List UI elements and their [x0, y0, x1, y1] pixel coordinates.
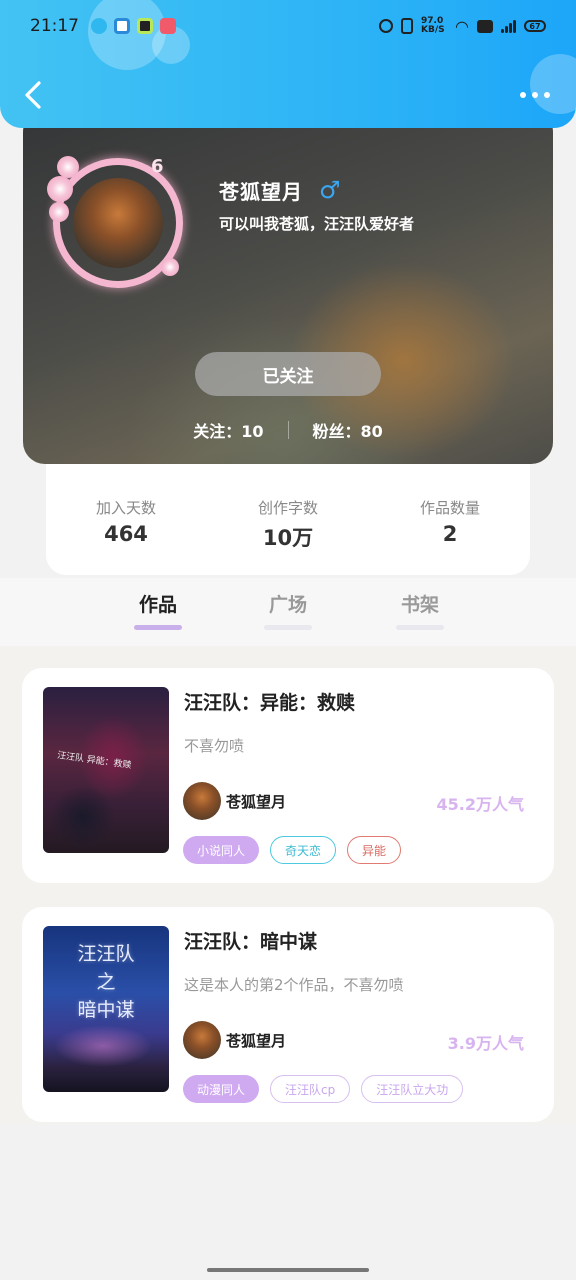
follow-counts: 关注：10 粉丝：80 — [23, 418, 553, 442]
work-tags: 动漫同人 汪汪队cp 汪汪队立大功 — [183, 1075, 464, 1103]
tag[interactable]: 小说同人 — [183, 836, 260, 864]
circle-app-icon — [137, 18, 153, 34]
avatar[interactable] — [47, 156, 183, 288]
profile-card: 6 苍狐望月 ♂ 可以叫我苍狐，汪汪队爱好者 已关注 关注：10 粉丝：80 — [23, 110, 553, 464]
following-count[interactable]: 关注：10 — [193, 418, 263, 442]
profile-name: 苍狐望月 — [219, 180, 303, 204]
decor-bubble — [530, 54, 576, 114]
author-avatar — [183, 782, 221, 820]
tab-bar: 作品 广场 书架 — [0, 578, 576, 646]
work-cover-image: 汪汪队 之 暗中谋 — [43, 926, 169, 1092]
more-button[interactable] — [520, 92, 550, 98]
tab-square[interactable]: 广场 — [248, 590, 328, 630]
tag[interactable]: 异能 — [347, 836, 402, 864]
network-speed: 97.0 KB/S — [421, 16, 445, 35]
work-popularity: 45.2万人气 — [436, 795, 524, 814]
work-tags: 小说同人 奇天恋 异能 — [183, 836, 402, 864]
tab-works[interactable]: 作品 — [118, 590, 198, 630]
followed-button[interactable]: 已关注 — [195, 352, 381, 396]
stat-works-count: 作品数量 2 — [419, 499, 480, 546]
work-title: 汪汪队：异能：救赎 — [184, 692, 356, 714]
wifi-icon: ◠ — [455, 16, 469, 36]
work-description: 不喜勿喷 — [184, 737, 245, 755]
vibrate-icon — [401, 18, 414, 34]
work-author: 苍狐望月 — [226, 1032, 287, 1050]
browser-icon — [114, 18, 130, 34]
hd-icon — [477, 19, 493, 33]
tag[interactable]: 奇天恋 — [270, 836, 337, 864]
works-list: 汪汪队 异能：救赎 汪汪队：异能：救赎 不喜勿喷 苍狐望月 45.2万人气 小说… — [0, 646, 576, 1124]
work-author: 苍狐望月 — [226, 793, 287, 811]
flower-decor-icon — [161, 258, 179, 276]
5g-signal-icon — [501, 19, 516, 33]
home-indicator[interactable] — [207, 1268, 369, 1272]
tag[interactable]: 动漫同人 — [183, 1075, 260, 1103]
work-card[interactable]: 汪汪队 异能：救赎 汪汪队：异能：救赎 不喜勿喷 苍狐望月 45.2万人气 小说… — [22, 668, 554, 883]
level-badge: 6 — [151, 156, 164, 177]
work-cover-image: 汪汪队 异能：救赎 — [43, 687, 169, 853]
stat-join-days: 加入天数 464 — [95, 499, 156, 546]
work-description: 这是本人的第2个作品，不喜勿喷 — [184, 976, 404, 994]
male-gender-icon: ♂ — [319, 176, 341, 204]
author-avatar — [183, 1021, 221, 1059]
tag[interactable]: 汪汪队立大功 — [361, 1075, 464, 1103]
chevron-left-icon — [25, 81, 41, 109]
work-card[interactable]: 汪汪队 之 暗中谋 汪汪队：暗中谋 这是本人的第2个作品，不喜勿喷 苍狐望月 3… — [22, 907, 554, 1122]
flower-decor-icon — [57, 156, 79, 178]
tab-indicator — [134, 625, 182, 630]
tag[interactable]: 汪汪队cp — [270, 1075, 351, 1103]
battery-icon: 67 — [524, 20, 546, 32]
top-header: 21:17 97.0 KB/S ◠ 67 — [0, 0, 576, 128]
status-bar: 21:17 97.0 KB/S ◠ 67 — [30, 14, 546, 38]
back-button[interactable] — [22, 80, 44, 110]
work-popularity: 3.9万人气 — [447, 1034, 524, 1053]
flower-decor-icon — [47, 176, 73, 202]
profile-bio: 可以叫我苍狐，汪汪队爱好者 — [219, 215, 415, 233]
work-title: 汪汪队：暗中谋 — [184, 931, 318, 953]
divider — [287, 421, 289, 439]
music-app-icon — [160, 18, 176, 34]
fox-avatar-image — [73, 178, 163, 268]
stat-word-count: 创作字数 10万 — [257, 499, 318, 550]
fans-count[interactable]: 粉丝：80 — [313, 418, 383, 442]
more-dots-icon — [520, 92, 526, 98]
flower-decor-icon — [49, 202, 69, 222]
status-time: 21:17 — [30, 16, 79, 36]
alarm-icon — [379, 19, 394, 33]
chat-app-icon — [91, 18, 107, 34]
tab-bookshelf[interactable]: 书架 — [380, 590, 460, 630]
